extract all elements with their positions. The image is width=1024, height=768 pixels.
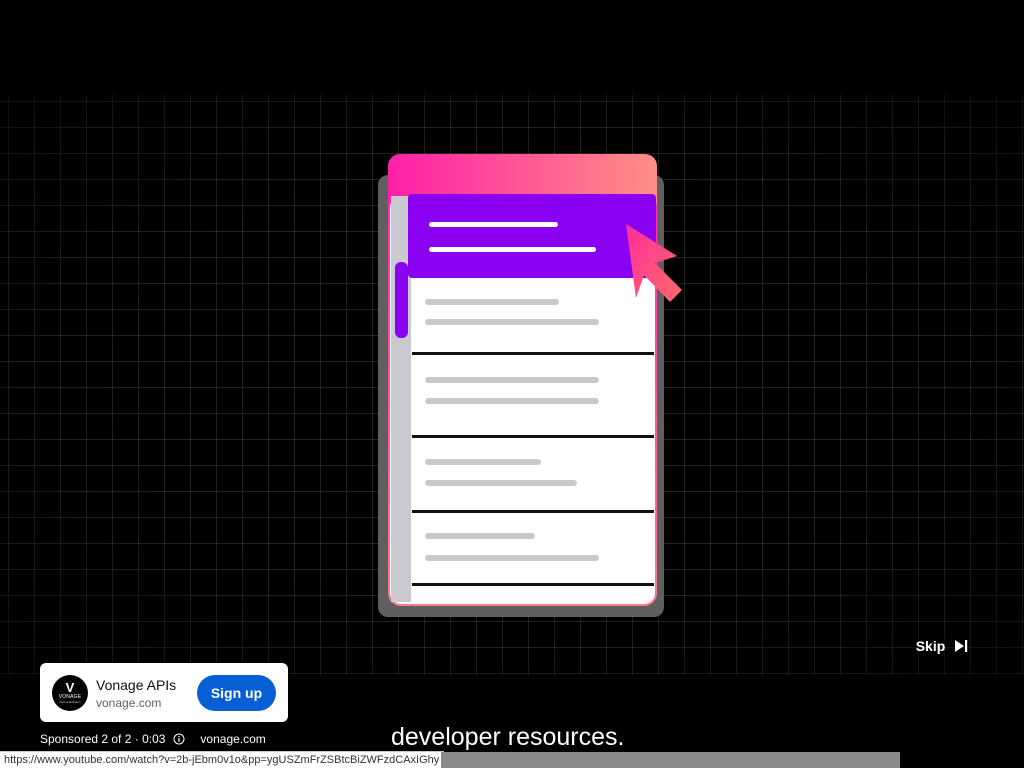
ad-progress-bar[interactable] xyxy=(441,752,900,768)
row-divider-4 xyxy=(412,583,654,586)
advertiser-logo[interactable]: V VONAGE Part of Ericsson xyxy=(52,675,88,711)
skip-next-icon xyxy=(955,640,968,652)
advertiser-domain[interactable]: vonage.com xyxy=(96,696,161,710)
skip-label: Skip xyxy=(915,638,946,654)
row-divider-3 xyxy=(412,510,654,513)
video-caption: developer resources. xyxy=(391,723,625,751)
sponsored-label: Sponsored 2 of 2 · 0:03 xyxy=(40,732,166,746)
selected-line-1 xyxy=(429,222,558,227)
list-ui-illustration xyxy=(378,154,682,617)
logo-mark: V xyxy=(65,680,75,695)
video-player[interactable]: Skip V VONAGE Part of Ericsson Vonage AP… xyxy=(0,0,1024,768)
skip-ad-button[interactable]: Skip xyxy=(906,630,978,662)
row-2-line-2 xyxy=(425,398,599,404)
row-divider-2 xyxy=(412,435,654,438)
advertiser-name[interactable]: Vonage APIs xyxy=(96,677,176,693)
row-4-line-2 xyxy=(425,555,599,561)
sponsor-domain-link[interactable]: vonage.com xyxy=(200,732,265,746)
row-1-line-1 xyxy=(425,299,559,305)
scroll-thumb xyxy=(395,262,408,338)
row-3-line-1 xyxy=(425,459,541,465)
sign-up-button[interactable]: Sign up xyxy=(197,675,276,711)
selected-line-2 xyxy=(429,247,596,252)
row-2-line-1 xyxy=(425,377,599,383)
info-icon[interactable] xyxy=(173,733,185,745)
ad-card[interactable]: V VONAGE Part of Ericsson Vonage APIs vo… xyxy=(40,663,288,722)
logo-subtext: Part of Ericsson xyxy=(59,700,81,704)
status-bar-url: https://www.youtube.com/watch?v=2b-jEbm0… xyxy=(0,751,445,768)
row-4-line-1 xyxy=(425,533,535,539)
sponsored-info-row: Sponsored 2 of 2 · 0:03 vonage.com xyxy=(40,731,266,747)
selected-row xyxy=(408,194,656,278)
row-divider-1 xyxy=(412,352,654,355)
row-1-line-2 xyxy=(425,319,599,325)
row-3-line-2 xyxy=(425,480,577,486)
